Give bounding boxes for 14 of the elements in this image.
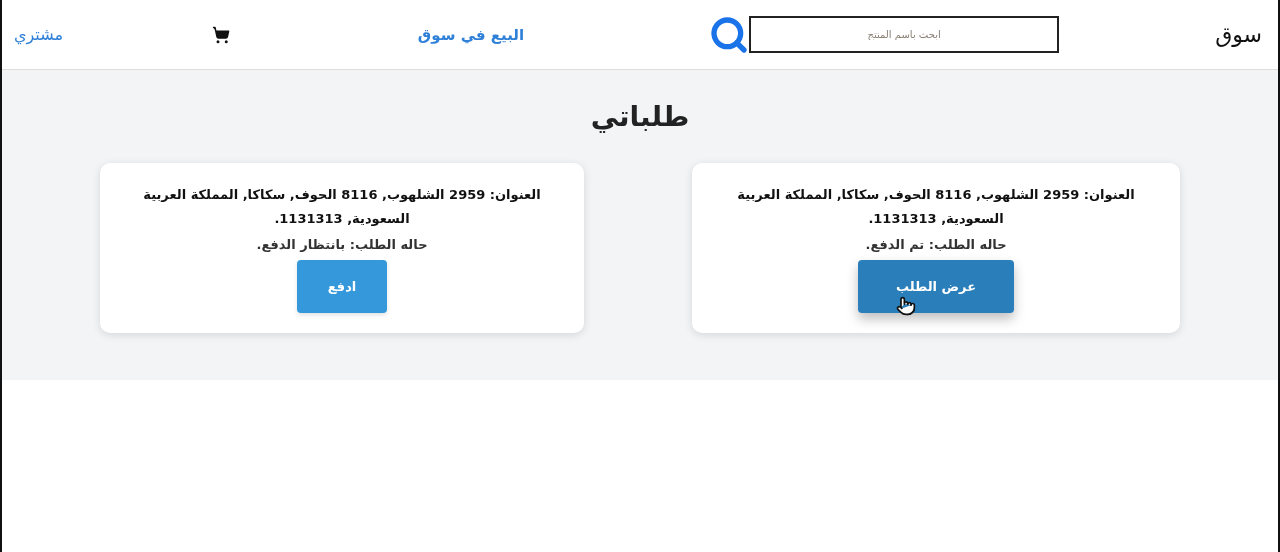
- sell-link[interactable]: البيع في سوق: [417, 25, 525, 44]
- search-field[interactable]: ابحث باسم المنتج: [749, 16, 1060, 53]
- order-status: حاله الطلب: بانتظار الدفع.: [256, 237, 428, 252]
- brand-logo[interactable]: سوق: [1215, 22, 1262, 47]
- order-action-button[interactable]: عرض الطلب: [857, 260, 1015, 313]
- page-title: طلباتي: [589, 100, 691, 133]
- hand-cursor-icon: [895, 296, 916, 316]
- order-address: العنوان: 2959 الشلهوب, 8116 الحوف, سكاكا, المملكة العربية السعودية, 1131313.: [736, 186, 1136, 228]
- cart-icon[interactable]: [211, 25, 230, 44]
- account-link[interactable]: مشتري: [14, 25, 64, 44]
- search-icon[interactable]: [709, 14, 750, 55]
- order-action-button[interactable]: ادفع: [297, 260, 387, 313]
- order-address: العنوان: 2959 الشلهوب, 8116 الحوف, سكاكا, المملكة العربية السعودية, 1131313.: [142, 186, 542, 228]
- order-status: حاله الطلب: تم الدفع.: [865, 237, 1007, 252]
